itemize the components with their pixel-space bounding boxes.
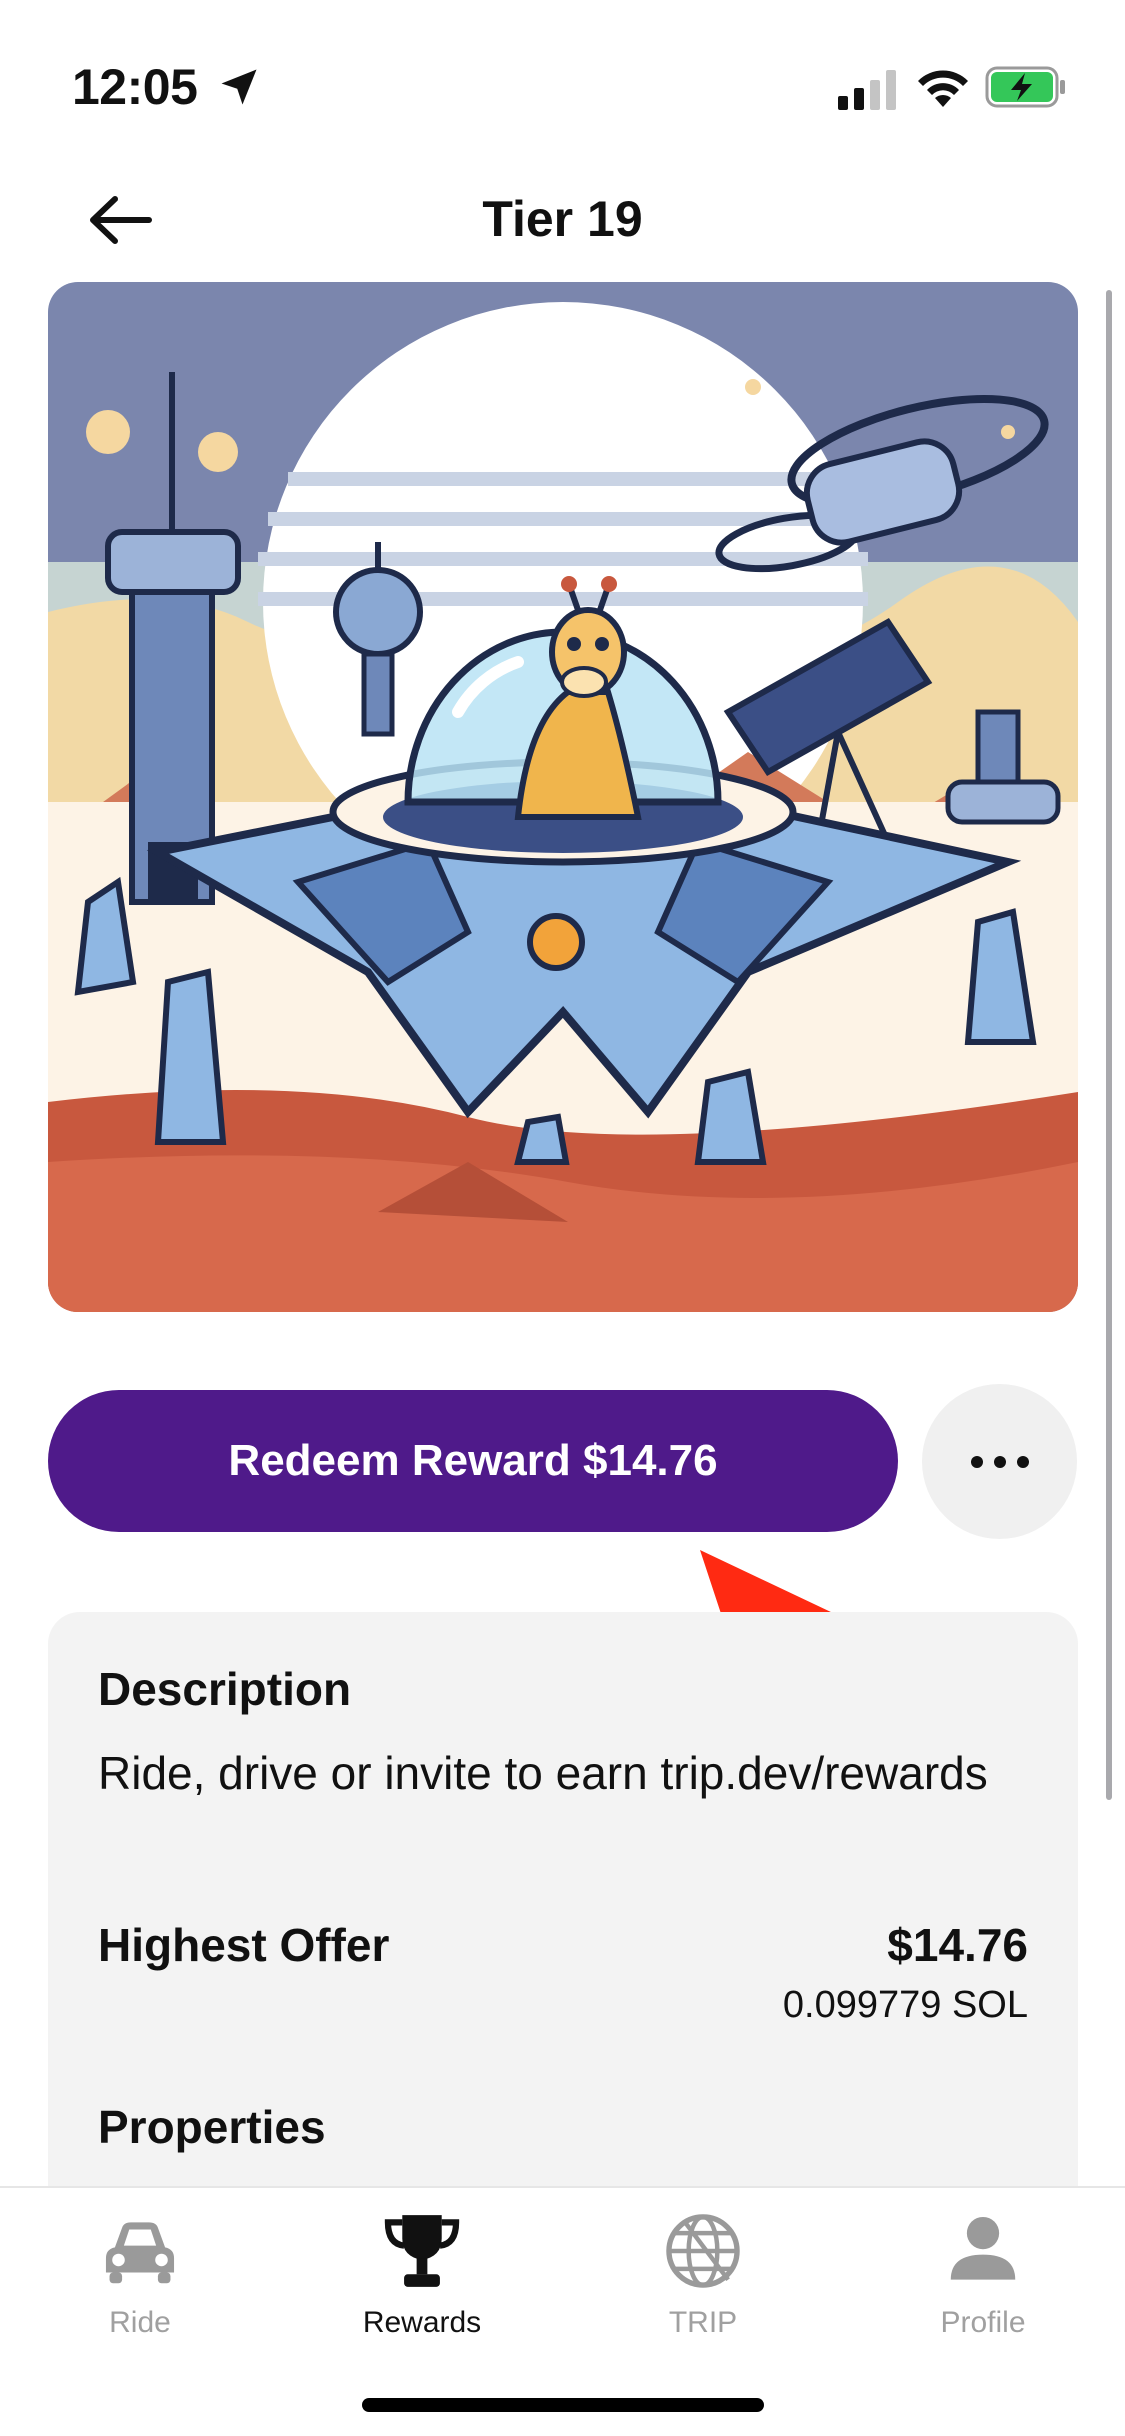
person-icon: [950, 2216, 1016, 2280]
more-options-button[interactable]: [922, 1384, 1077, 1539]
wifi-icon: [918, 70, 968, 107]
home-indicator: [362, 2398, 764, 2412]
cellular-signal-icon: [838, 70, 896, 110]
tab-rewards[interactable]: Rewards: [302, 2208, 542, 2358]
globe-icon: [666, 2214, 740, 2288]
page-title: Tier 19: [482, 191, 643, 247]
tab-label-profile: Profile: [940, 2306, 1026, 2339]
scroll-indicator[interactable]: [1106, 290, 1112, 1800]
tab-trip[interactable]: TRIP: [583, 2208, 823, 2358]
tab-label-trip: TRIP: [668, 2306, 738, 2339]
highest-offer-label: Highest Offer: [98, 1919, 390, 1971]
description-text: Ride, drive or invite to earn trip.dev/r…: [98, 1747, 988, 1799]
location-arrow-icon: [221, 69, 257, 105]
description-title: Description: [98, 1663, 352, 1715]
trophy-icon: [384, 2215, 460, 2287]
properties-title: Properties: [98, 2101, 326, 2153]
highest-offer-usd: $14.76: [887, 1919, 1028, 1971]
reward-artwork-image: [48, 282, 1078, 1312]
highest-offer-sol: 0.099779 SOL: [782, 1984, 1028, 2026]
header: Tier 19: [0, 160, 1125, 280]
status-time: 12:05: [72, 59, 198, 115]
battery-charging-icon: [985, 66, 1065, 108]
status-bar: 12:05: [0, 0, 1125, 150]
tab-profile[interactable]: Profile: [863, 2208, 1103, 2358]
car-icon: [105, 2222, 175, 2284]
tab-label-rewards: Rewards: [362, 2306, 482, 2339]
redeem-reward-button[interactable]: Redeem Reward $14.76: [48, 1390, 898, 1532]
tab-ride[interactable]: Ride: [20, 2208, 260, 2358]
ellipsis-icon: [970, 1455, 1029, 1468]
tab-label-ride: Ride: [109, 2306, 171, 2339]
